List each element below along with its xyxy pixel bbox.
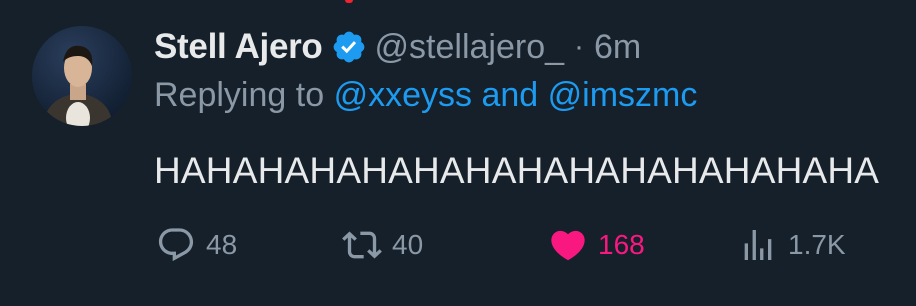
tweet-body: Stell Ajero @stellajero_ · 6m Replying t… <box>154 24 896 192</box>
retweet-icon <box>342 225 382 265</box>
avatar[interactable] <box>32 26 132 126</box>
tweet-actions: 48 40 168 1.7K <box>156 220 876 270</box>
divider-accent <box>345 0 353 3</box>
heart-icon <box>548 225 588 265</box>
mention-conjunction[interactable]: and <box>481 76 538 114</box>
reply-icon <box>156 225 196 265</box>
replying-to-label: Replying to <box>154 76 325 114</box>
replying-to: Replying to @xxeyss and @imszmc <box>154 76 896 122</box>
retweet-count: 40 <box>392 229 424 260</box>
views-button[interactable]: 1.7K <box>738 220 846 270</box>
author-handle[interactable]: @stellajero_ <box>375 28 565 67</box>
reply-button[interactable]: 48 <box>156 220 237 270</box>
verified-badge-icon[interactable] <box>331 29 367 65</box>
tweet[interactable]: Stell Ajero @stellajero_ · 6m Replying t… <box>0 0 916 306</box>
like-button[interactable]: 168 <box>548 220 645 270</box>
mention-link-1[interactable]: @xxeyss <box>334 76 472 114</box>
author-display-name[interactable]: Stell Ajero <box>154 27 323 67</box>
views-count: 1.7K <box>788 229 846 260</box>
retweet-button[interactable]: 40 <box>342 220 423 270</box>
separator-dot: · <box>574 30 585 63</box>
like-count: 168 <box>598 229 645 260</box>
tweet-text: HAHAHAHAHAHAHAHAHAHAHAHAHAHA <box>154 150 880 191</box>
tweet-header: Stell Ajero @stellajero_ · 6m <box>154 24 896 70</box>
mention-link-2[interactable]: @imszmc <box>548 76 698 114</box>
views-icon <box>738 225 778 265</box>
reply-count: 48 <box>206 229 238 260</box>
tweet-timestamp[interactable]: 6m <box>594 28 641 67</box>
